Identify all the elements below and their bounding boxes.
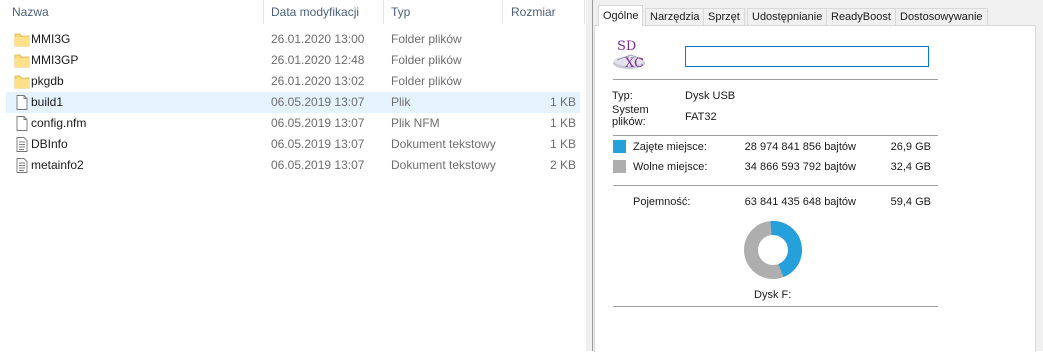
drive-letter-label: Dysk F: bbox=[754, 289, 792, 301]
column-divider[interactable] bbox=[263, 0, 264, 24]
file-size: 1 KB bbox=[549, 95, 576, 109]
file-icon bbox=[14, 95, 30, 110]
column-divider[interactable] bbox=[502, 0, 503, 24]
free-space-color-swatch bbox=[613, 160, 626, 173]
file-name: pkgdb bbox=[31, 74, 64, 88]
sd-card-drive-icon: SD XC bbox=[611, 38, 651, 74]
type-label: Typ: bbox=[612, 90, 633, 102]
used-space-label: Zajęte miejsce: bbox=[633, 141, 707, 153]
capacity-bytes: 63 841 435 648 bajtów bbox=[744, 196, 856, 208]
tab-readyboost[interactable]: ReadyBoost bbox=[826, 8, 896, 25]
dialog-border bbox=[592, 0, 593, 351]
used-space-bytes: 28 974 841 856 bajtów bbox=[744, 141, 856, 153]
properties-dialog: Ogólne Narzędzia Sprzęt Udostępnianie Re… bbox=[586, 0, 1043, 352]
column-divider[interactable] bbox=[383, 0, 384, 24]
file-row[interactable]: config.nfm 06.05.2019 13:07 Plik NFM 1 KB bbox=[6, 113, 580, 134]
folder-icon bbox=[14, 53, 30, 68]
file-date: 06.05.2019 13:07 bbox=[271, 137, 365, 151]
text-file-icon bbox=[14, 137, 30, 152]
used-space-color-swatch bbox=[613, 140, 626, 153]
file-name: MMI3G bbox=[31, 32, 71, 46]
file-name: build1 bbox=[31, 95, 64, 109]
file-type: Folder plików bbox=[391, 74, 462, 88]
folder-icon bbox=[14, 32, 30, 47]
file-name: DBInfo bbox=[31, 137, 68, 151]
file-type: Plik bbox=[391, 95, 411, 109]
file-row[interactable]: DBInfo 06.05.2019 13:07 Dokument tekstowy 1… bbox=[6, 134, 580, 155]
drive-name-input[interactable] bbox=[685, 46, 929, 67]
file-icon bbox=[14, 116, 30, 131]
tab-sharing[interactable]: Udostępnianie bbox=[747, 8, 828, 25]
file-date: 06.05.2019 13:07 bbox=[271, 95, 365, 109]
file-list-pane: ^ Nazwa Data modyfikacji Typ Rozmiar MMI… bbox=[0, 0, 586, 351]
separator bbox=[613, 306, 938, 307]
free-space-label: Wolne miejsce: bbox=[633, 161, 708, 173]
tab-customize[interactable]: Dostosowywanie bbox=[895, 8, 988, 25]
file-row[interactable]: metainfo2 06.05.2019 13:07 Dokument teksto… bbox=[6, 155, 580, 176]
svg-text:XC: XC bbox=[625, 56, 644, 71]
column-header-type[interactable]: Typ bbox=[391, 0, 410, 24]
separator bbox=[613, 185, 938, 186]
general-tab-panel: SD XC Typ: Dysk USB System plików: FAT32… bbox=[594, 25, 1036, 352]
column-header-name[interactable]: Nazwa bbox=[12, 0, 49, 24]
sort-caret-icon: ^ bbox=[131, 0, 136, 3]
column-divider[interactable] bbox=[584, 0, 585, 24]
filesystem-value: FAT32 bbox=[685, 111, 717, 123]
separator bbox=[613, 79, 938, 80]
file-type: Folder plików bbox=[391, 53, 462, 67]
file-name: metainfo2 bbox=[31, 158, 84, 172]
used-space-size: 26,9 GB bbox=[890, 141, 931, 153]
file-size: 1 KB bbox=[549, 137, 576, 151]
free-space-size: 32,4 GB bbox=[890, 161, 931, 173]
column-header-size[interactable]: Rozmiar bbox=[511, 0, 556, 24]
capacity-size: 59,4 GB bbox=[890, 196, 931, 208]
file-row[interactable]: MMI3GP 26.01.2020 12:48 Folder plików bbox=[6, 50, 580, 71]
separator bbox=[613, 135, 938, 136]
tab-tools[interactable]: Narzędzia bbox=[645, 8, 705, 25]
column-header-date[interactable]: Data modyfikacji bbox=[271, 0, 359, 24]
file-type: Dokument tekstowy bbox=[391, 137, 496, 151]
file-row[interactable]: pkgdb 26.01.2020 13:02 Folder plików bbox=[6, 71, 580, 92]
folder-icon bbox=[14, 74, 30, 89]
file-type: Folder plików bbox=[391, 32, 462, 46]
file-size: 2 KB bbox=[549, 158, 576, 172]
file-name: MMI3GP bbox=[31, 53, 79, 67]
file-date: 26.01.2020 12:48 bbox=[271, 53, 365, 67]
file-date: 26.01.2020 13:00 bbox=[271, 32, 365, 46]
file-row[interactable]: MMI3G 26.01.2020 13:00 Folder plików bbox=[6, 29, 580, 50]
disk-usage-donut-chart bbox=[743, 220, 803, 280]
text-file-icon bbox=[14, 158, 30, 173]
filesystem-label: System plików: bbox=[612, 104, 649, 128]
capacity-label: Pojemność: bbox=[633, 196, 691, 208]
file-type: Dokument tekstowy bbox=[391, 158, 496, 172]
file-row[interactable]: build1 06.05.2019 13:07 Plik 1 KB bbox=[6, 92, 580, 113]
file-type: Plik NFM bbox=[391, 116, 440, 130]
svg-text:SD: SD bbox=[617, 39, 636, 54]
file-name: config.nfm bbox=[31, 116, 87, 130]
file-size: 1 KB bbox=[549, 116, 576, 130]
tab-general[interactable]: Ogólne bbox=[598, 5, 644, 26]
type-value: Dysk USB bbox=[685, 90, 736, 102]
tab-hardware[interactable]: Sprzęt bbox=[703, 8, 745, 25]
file-date: 06.05.2019 13:07 bbox=[271, 116, 365, 130]
free-space-bytes: 34 866 593 792 bajtów bbox=[744, 161, 856, 173]
file-date: 26.01.2020 13:02 bbox=[271, 74, 365, 88]
file-date: 06.05.2019 13:07 bbox=[271, 158, 365, 172]
